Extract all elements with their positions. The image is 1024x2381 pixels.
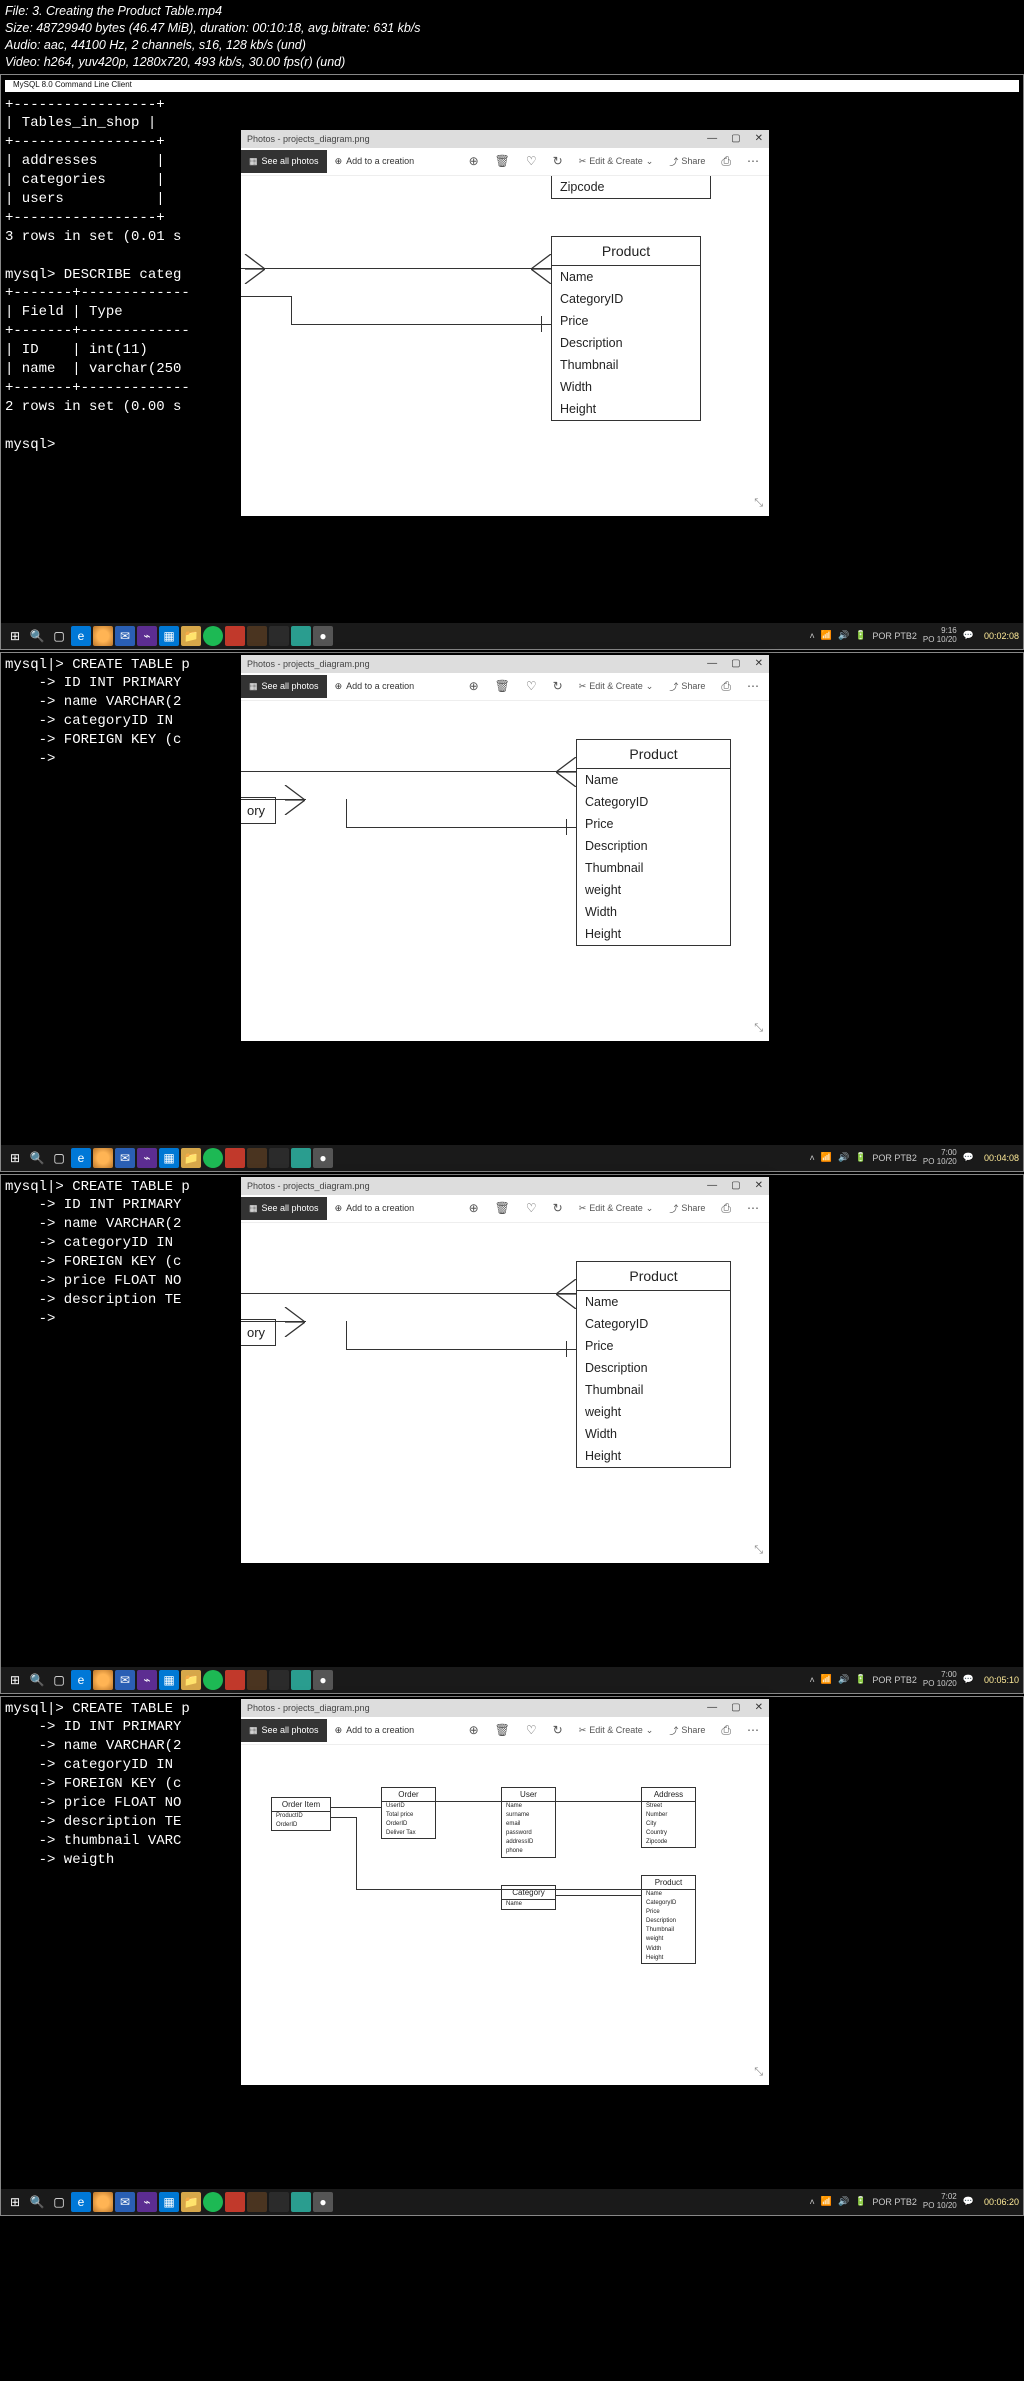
video-timestamp: 00:02:08: [984, 631, 1019, 641]
close-button[interactable]: ✕: [755, 133, 763, 144]
edge-icon[interactable]: e: [71, 626, 91, 646]
windows-taskbar[interactable]: ⊞ 🔍 ▢ e ✉ ⌁ ▦ 📁 ● ˄ 📶 🔊 🔋 POR PTB2: [1, 623, 1023, 649]
minimize-button[interactable]: —: [707, 133, 717, 144]
app-dark-icon[interactable]: [269, 626, 289, 646]
photos-titlebar[interactable]: Photos - projects_diagram.png — ▢ ✕: [241, 130, 769, 148]
photos-app-window[interactable]: Photos - projects_diagram.png —▢✕ ▦See a…: [241, 1699, 769, 2085]
mail-icon[interactable]: ✉: [115, 626, 135, 646]
system-tray[interactable]: ˄ 📶 🔊 🔋 POR PTB2 9:16 PO 10/20 💬 00:02:0…: [809, 627, 1019, 645]
terminal-output: mysql|> CREATE TABLE p -> ID INT PRIMARY…: [1, 1175, 194, 1332]
task-view-icon[interactable]: ▢: [49, 626, 69, 646]
photos-taskbar-icon[interactable]: [291, 626, 311, 646]
file-info-header: File: 3. Creating the Product Table.mp4 …: [0, 0, 1024, 74]
explorer-icon[interactable]: 📁: [181, 626, 201, 646]
terminal-titlebar: MySQL 8.0 Command Line Client: [13, 80, 132, 89]
video-line: Video: h264, yuv420p, 1280x720, 493 kb/s…: [5, 54, 1019, 71]
video-frame-2: mysql|> CREATE TABLE p -> ID INT PRIMARY…: [0, 652, 1024, 1172]
video-frame-4: mysql|> CREATE TABLE p -> ID INT PRIMARY…: [0, 1696, 1024, 2216]
audio-line: Audio: aac, 44100 Hz, 2 channels, s16, 1…: [5, 37, 1019, 54]
windows-taskbar[interactable]: ⊞🔍▢ e✉ ⌁▦📁 ● ˄📶🔊🔋POR PTB2 7:00PO 10/20 💬…: [1, 1145, 1023, 1171]
print-icon[interactable]: ⎙: [721, 154, 731, 169]
more-icon[interactable]: ⋯: [747, 154, 759, 168]
photos-toolbar: ▦ See all photos ⊕ Add to a creation ⊕ 🗑…: [241, 148, 769, 176]
add-to-creation-button[interactable]: ⊕ Add to a creation: [327, 150, 423, 173]
photos-app-window[interactable]: Photos - projects_diagram.png —▢✕ ▦See a…: [241, 1177, 769, 1563]
entity-product: Product Name CategoryID Price Descriptio…: [576, 739, 731, 946]
heart-icon[interactable]: ♡: [526, 154, 537, 168]
resize-handle-icon[interactable]: ⤡: [754, 497, 763, 510]
photos-title: Photos - projects_diagram.png: [247, 134, 370, 144]
share-button[interactable]: ⤴ Share: [669, 155, 705, 168]
entity-order: Order UserID Total price OrderID Deliver…: [381, 1787, 436, 1840]
video-frame-3: mysql|> CREATE TABLE p -> ID INT PRIMARY…: [0, 1174, 1024, 1694]
windows-taskbar[interactable]: ⊞🔍▢ e✉ ⌁▦📁 ● ˄📶🔊🔋POR PTB2 7:00PO 10/20 💬…: [1, 1667, 1023, 1693]
photos-app-window[interactable]: Photos - projects_diagram.png —▢✕ ▦See a…: [241, 655, 769, 1041]
rotate-icon[interactable]: ↻: [553, 154, 563, 168]
entity-user: User Name surname email password address…: [501, 1787, 556, 1858]
notifications-icon[interactable]: 💬: [963, 630, 974, 641]
entity-product: Product Name CategoryID Price Descriptio…: [576, 1261, 731, 1468]
firefox-icon[interactable]: [93, 626, 113, 646]
mysql-icon[interactable]: [247, 626, 267, 646]
start-button[interactable]: ⊞: [5, 626, 25, 646]
wifi-icon[interactable]: 📶: [821, 630, 832, 641]
file-line: File: 3. Creating the Product Table.mp4: [5, 3, 1019, 20]
entity-address: Address Street Number City Country Zipco…: [641, 1787, 696, 1849]
windows-taskbar[interactable]: ⊞🔍▢ e✉ ⌁▦📁 ● ˄📶🔊🔋POR PTB2 7:02PO 10/20 💬…: [1, 2189, 1023, 2215]
photos-app-window[interactable]: Photos - projects_diagram.png — ▢ ✕ ▦ Se…: [241, 130, 769, 516]
grid-icon: ▦: [249, 156, 258, 167]
maximize-button[interactable]: ▢: [731, 133, 740, 144]
photos-canvas[interactable]: Zipcode Product Name CategoryID Price De…: [241, 176, 769, 516]
spotify-icon[interactable]: [203, 626, 223, 646]
plus-icon: ⊕: [335, 156, 343, 167]
zoom-icon[interactable]: ⊕: [469, 154, 479, 168]
delete-icon[interactable]: 🗑: [495, 154, 510, 168]
size-line: Size: 48729940 bytes (46.47 MiB), durati…: [5, 20, 1019, 37]
add-to-creation-button[interactable]: ⊕Add to a creation: [327, 675, 423, 698]
edit-create-button[interactable]: ✂ Edit & Create ⌄: [579, 156, 654, 167]
vscode-icon[interactable]: ⌁: [137, 626, 157, 646]
battery-icon[interactable]: 🔋: [855, 630, 866, 641]
entity-product: Product Name CategoryID Price Descriptio…: [551, 236, 701, 421]
terminal-output: mysql|> CREATE TABLE p -> ID INT PRIMARY…: [1, 1697, 194, 1873]
video-frame-1: MySQL 8.0 Command Line Client +---------…: [0, 74, 1024, 650]
search-icon[interactable]: 🔍: [27, 626, 47, 646]
terminal-output: +-----------------+ | Tables_in_shop | +…: [1, 93, 194, 458]
terminal-output: mysql|> CREATE TABLE p -> ID INT PRIMARY…: [1, 653, 194, 772]
recorder-icon[interactable]: ●: [313, 626, 333, 646]
volume-icon[interactable]: 🔊: [838, 630, 849, 641]
er-diagram-full[interactable]: Order Item ProductID OrderID Order UserI…: [241, 1745, 769, 2085]
app-red-icon[interactable]: [225, 626, 245, 646]
see-all-photos-button[interactable]: ▦ See all photos: [241, 150, 327, 173]
app-icon[interactable]: ▦: [159, 626, 179, 646]
see-all-photos-button[interactable]: ▦See all photos: [241, 675, 327, 698]
entity-order-item: Order Item ProductID OrderID: [271, 1797, 331, 1831]
entity-product: Product Name CategoryID Price Descriptio…: [641, 1875, 696, 1965]
tray-chevron-icon[interactable]: ˄: [809, 631, 814, 641]
